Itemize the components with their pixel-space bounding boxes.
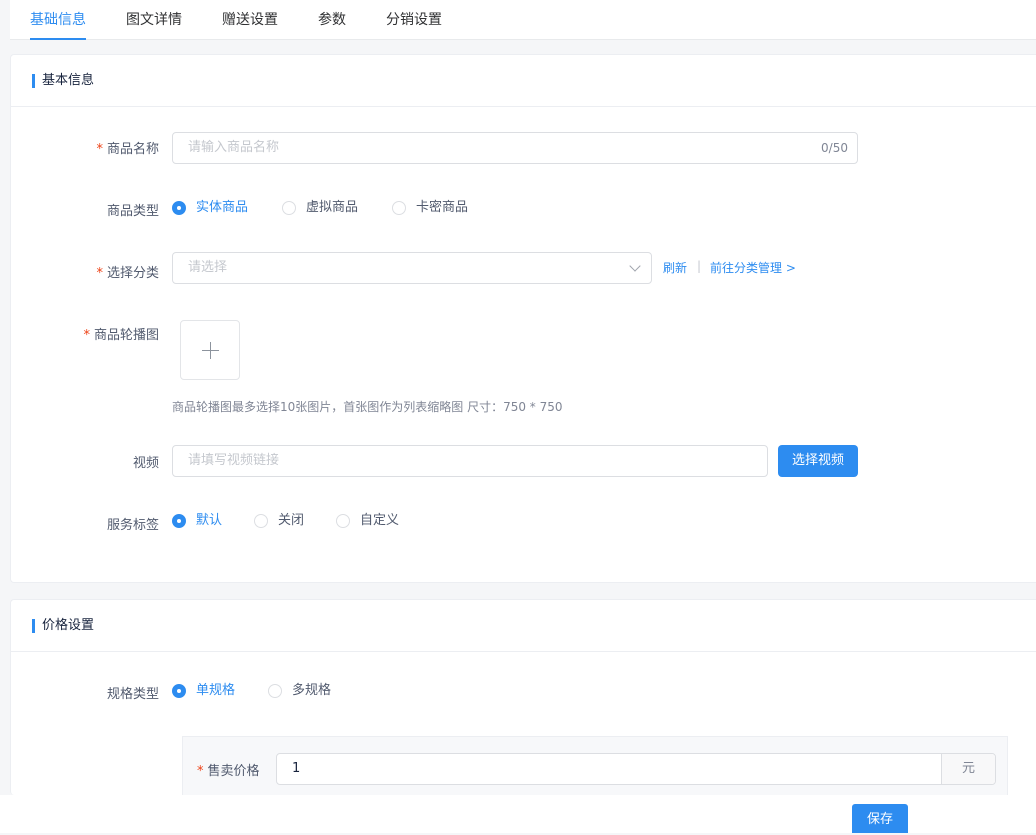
carousel-label: * 商品轮播图 xyxy=(83,328,159,343)
radio-physical-label: 实体商品 xyxy=(196,200,249,215)
basic-info-header: 基本信息 xyxy=(11,55,1036,107)
basic-info-card: 基本信息 * 商品名称 请输入商品名称 0/50 商品类型 实体商品 虚拟商品 卡… xyxy=(10,54,1036,583)
product-type-label: 商品类型 xyxy=(106,204,159,219)
radio-service-off-label: 关闭 xyxy=(278,513,305,528)
tab-bar: 基础信息 图文详情 赠送设置 参数 分销设置 xyxy=(10,0,1036,40)
sale-price-input[interactable]: 1 元 xyxy=(276,753,996,785)
radio-dot xyxy=(172,514,186,528)
radio-dot xyxy=(254,514,268,528)
tab-distribution[interactable]: 分销设置 xyxy=(386,0,442,40)
tab-params[interactable]: 参数 xyxy=(318,0,346,40)
radio-multi-spec-label: 多规格 xyxy=(292,683,332,698)
radio-dot xyxy=(282,201,296,215)
video-url-input[interactable]: 请填写视频链接 xyxy=(172,445,768,477)
spec-type-label: 规格类型 xyxy=(106,687,159,702)
product-name-label: * 商品名称 xyxy=(96,142,159,157)
video-label: 视频 xyxy=(132,456,159,471)
radio-card-code-label: 卡密商品 xyxy=(416,200,469,215)
radio-single-spec-label: 单规格 xyxy=(196,683,236,698)
price-settings-title: 价格设置 xyxy=(42,618,95,633)
radio-dot xyxy=(172,684,186,698)
tab-detail[interactable]: 图文详情 xyxy=(126,0,182,40)
plus-icon-stroke xyxy=(210,342,211,359)
required-mark: * xyxy=(83,328,90,343)
section-marker xyxy=(32,619,35,633)
link-separator: | xyxy=(697,259,702,273)
radio-virtual-label: 虚拟商品 xyxy=(306,200,359,215)
radio-dot xyxy=(268,684,282,698)
category-manage-link[interactable]: 前往分类管理 > xyxy=(710,259,796,276)
category-select[interactable]: 请选择 xyxy=(172,252,652,284)
carousel-upload-button[interactable] xyxy=(180,320,240,380)
service-tag-label: 服务标签 xyxy=(106,518,159,533)
radio-dot xyxy=(392,201,406,215)
tab-gift-settings[interactable]: 赠送设置 xyxy=(222,0,278,40)
price-settings-header: 价格设置 xyxy=(11,600,1036,652)
product-name-placeholder: 请输入商品名称 xyxy=(188,140,280,155)
tab-basic-info[interactable]: 基础信息 xyxy=(30,0,86,40)
refresh-link[interactable]: 刷新 xyxy=(663,259,687,276)
basic-info-title: 基本信息 xyxy=(42,73,95,88)
product-name-input[interactable]: 请输入商品名称 0/50 xyxy=(172,132,858,164)
chevron-down-icon xyxy=(629,260,641,272)
select-video-button[interactable]: 选择视频 xyxy=(778,445,858,477)
product-name-counter: 0/50 xyxy=(821,141,848,155)
required-mark: * xyxy=(96,266,103,281)
price-settings-card: 价格设置 规格类型 单规格 多规格 * 售卖价格 1 元 xyxy=(10,599,1036,806)
save-button[interactable]: 保存 xyxy=(852,804,908,833)
footer-bar: 保存 xyxy=(0,795,1036,833)
radio-service-custom-label: 自定义 xyxy=(360,513,400,528)
category-label: * 选择分类 xyxy=(96,266,159,281)
required-mark: * xyxy=(96,142,103,157)
radio-service-default-label: 默认 xyxy=(196,513,223,528)
price-unit: 元 xyxy=(941,754,995,784)
radio-dot xyxy=(172,201,186,215)
required-mark: * xyxy=(197,764,204,779)
sale-price-value: 1 xyxy=(292,761,301,776)
category-placeholder: 请选择 xyxy=(188,260,228,275)
carousel-hint: 商品轮播图最多选择10张图片，首张图作为列表缩略图 尺寸：750 * 750 xyxy=(172,400,563,414)
section-marker xyxy=(32,74,35,88)
radio-dot xyxy=(336,514,350,528)
video-placeholder: 请填写视频链接 xyxy=(188,453,280,468)
sale-price-label: * 售卖价格 xyxy=(197,764,260,779)
